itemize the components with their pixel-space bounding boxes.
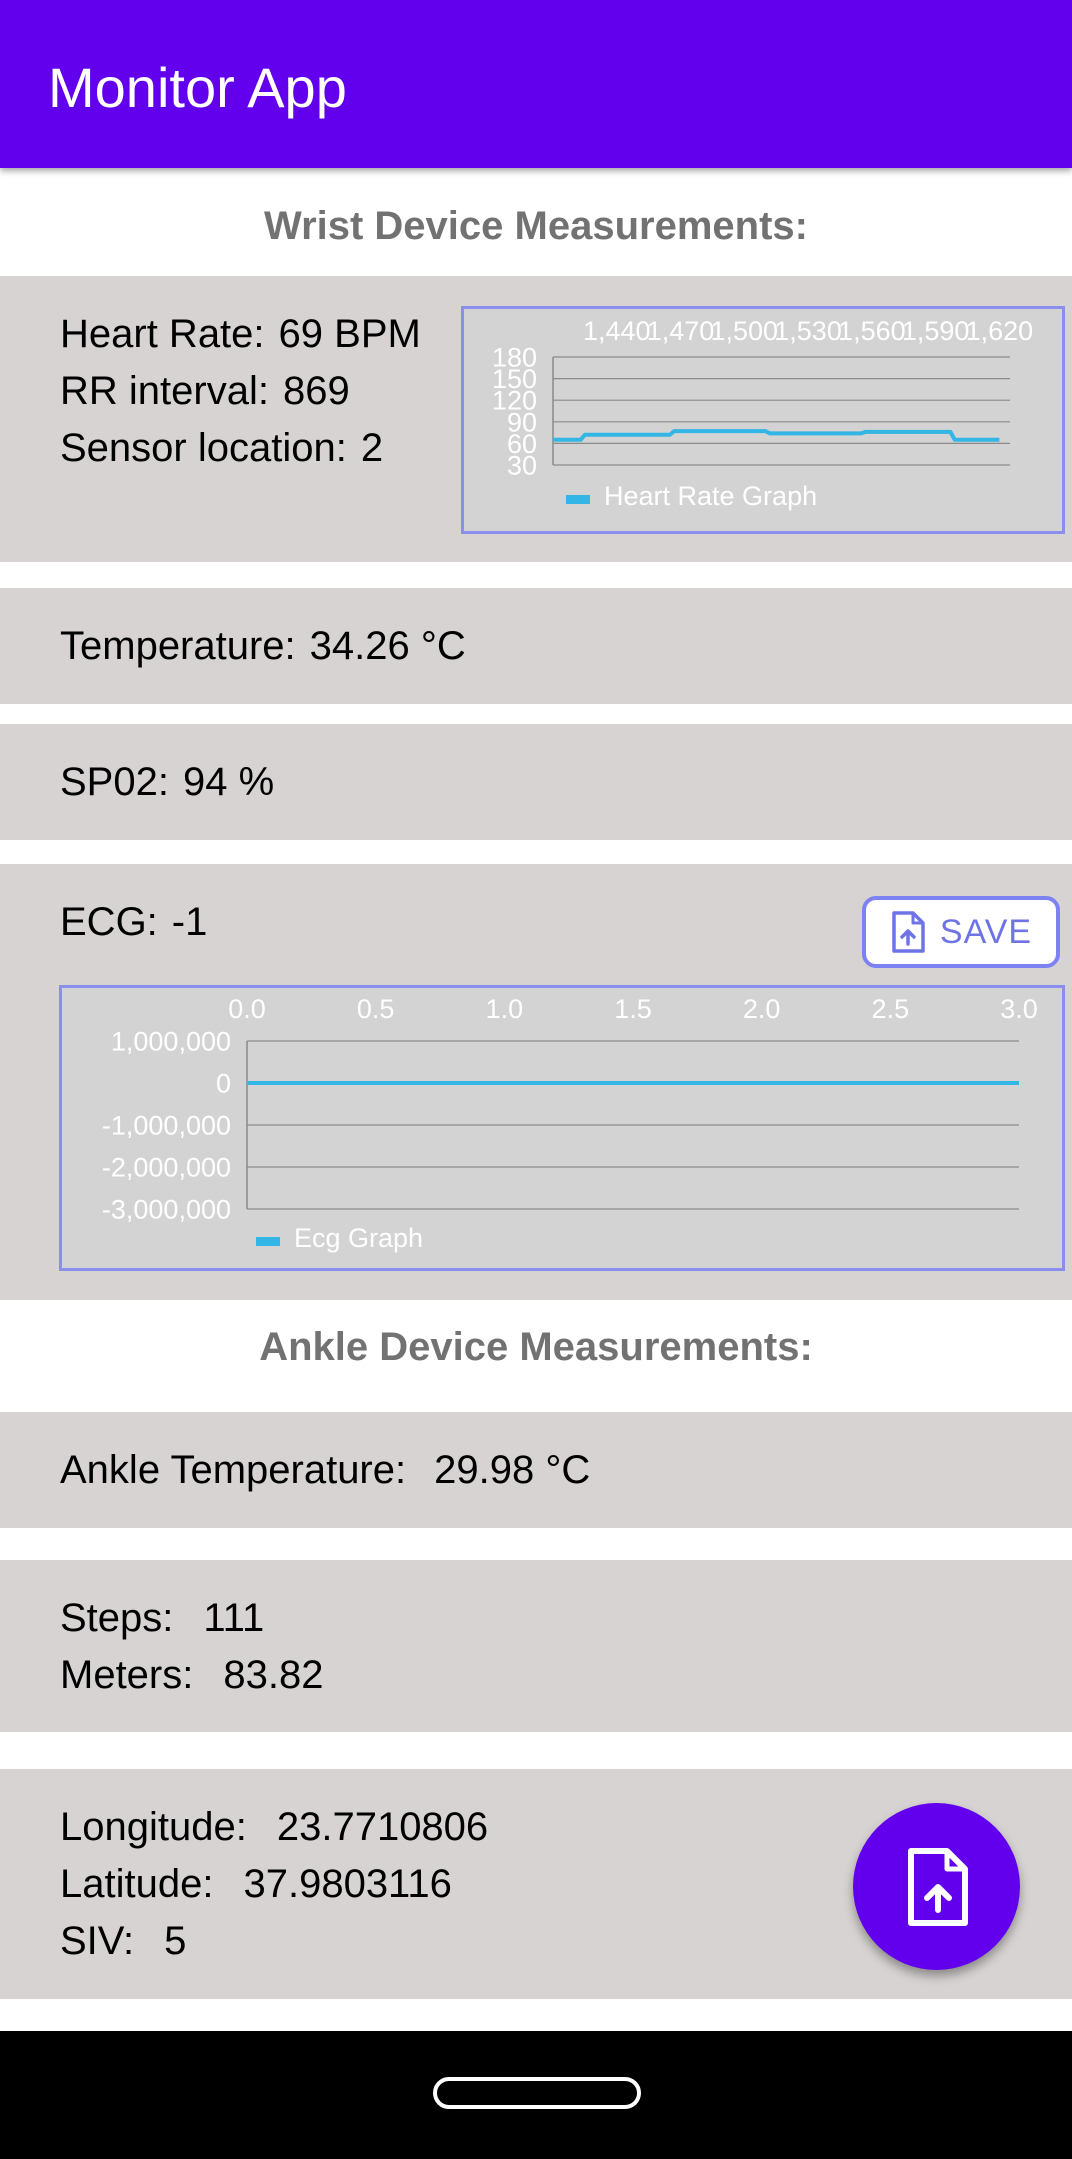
heart-rate-row: Heart Rate: 69 BPM — [60, 312, 421, 357]
meters-row: Meters: 83.82 — [60, 1653, 323, 1698]
app-bar: Monitor App — [0, 0, 1072, 168]
legend-label: Ecg Graph — [294, 1223, 423, 1253]
y-tick-label: -1,000,000 — [102, 1110, 231, 1140]
x-tick-label: 1.0 — [486, 994, 524, 1024]
temperature-value: 34.26 °C — [309, 624, 466, 668]
ankle-heading: Ankle Device Measurements: — [259, 1325, 813, 1369]
file-upload-icon — [892, 911, 925, 953]
x-tick-label: 3.0 — [1000, 994, 1038, 1024]
legend-swatch — [256, 1237, 280, 1246]
siv-value: 5 — [164, 1919, 187, 1963]
save-button[interactable]: SAVE — [862, 896, 1060, 968]
latitude-row: Latitude: 37.9803116 — [60, 1862, 452, 1907]
heart-rate-graph[interactable]: 180 150 120 90 60 30 1,440 1,470 1,500 1,530 1,560… — [461, 306, 1065, 534]
heart-rate-card: Heart Rate: 69 BPM RR interval: 869 Sensor… — [0, 276, 1072, 562]
y-tick-label: -3,000,000 — [102, 1194, 231, 1224]
x-tick-label: 1,590 — [902, 316, 970, 346]
x-tick-label: 1,560 — [838, 316, 906, 346]
rr-interval-value: 869 — [282, 369, 350, 413]
heart-rate-label: Heart Rate: — [60, 312, 265, 356]
x-tick-label: 1,470 — [647, 316, 715, 346]
legend-label: Heart Rate Graph — [604, 481, 817, 511]
x-tick-label: 1.5 — [614, 994, 652, 1024]
rr-interval-label: RR interval: — [60, 369, 269, 413]
x-tick-label: 0.5 — [357, 994, 395, 1024]
temperature-label: Temperature: — [60, 624, 296, 668]
export-fab[interactable] — [853, 1803, 1020, 1970]
x-tick-label: 2.0 — [743, 994, 781, 1024]
latitude-value: 37.9803116 — [243, 1862, 452, 1906]
spo2-value: 94 % — [182, 760, 275, 804]
ankle-temperature-row: Ankle Temperature: 29.98 °C — [60, 1448, 590, 1493]
heart-rate-chart: 1801501209060301,4401,4701,5001,5301,560… — [492, 316, 1034, 511]
heart-rate-value: 69 BPM — [278, 312, 421, 356]
temperature-row: Temperature: 34.26 °C — [60, 624, 466, 669]
x-tick-label: 1,440 — [583, 316, 651, 346]
ankle-temperature-label: Ankle Temperature: — [60, 1448, 407, 1492]
spo2-row: SP02: 94 % — [60, 760, 274, 805]
steps-label: Steps: — [60, 1596, 174, 1640]
sensor-location-label: Sensor location: — [60, 426, 347, 470]
ecg-row: ECG: -1 — [60, 900, 207, 945]
ecg-label: ECG: — [60, 900, 158, 944]
ankle-temperature-card: Ankle Temperature: 29.98 °C — [0, 1412, 1072, 1528]
y-tick-label: 30 — [507, 450, 537, 480]
temperature-card: Temperature: 34.26 °C — [0, 588, 1072, 704]
spo2-card: SP02: 94 % — [0, 724, 1072, 840]
legend-swatch — [566, 495, 590, 504]
series-line — [553, 429, 1000, 442]
x-tick-label: 1,620 — [966, 316, 1034, 346]
spo2-label: SP02: — [60, 760, 169, 804]
x-tick-label: 1,530 — [774, 316, 842, 346]
rr-interval-row: RR interval: 869 — [60, 369, 350, 414]
meters-value: 83.82 — [223, 1653, 324, 1697]
ankle-temperature-value: 29.98 °C — [434, 1448, 591, 1492]
meters-label: Meters: — [60, 1653, 194, 1697]
ecg-chart: 1,000,000 0 -1,000,000 -2,000,000 -3,000,000… — [102, 994, 1038, 1253]
file-upload-icon — [907, 1847, 968, 1926]
ecg-graph[interactable]: 1,000,000 0 -1,000,000 -2,000,000 -3,000,000… — [59, 985, 1065, 1271]
x-tick-label: 1,500 — [711, 316, 779, 346]
save-button-label: SAVE — [939, 912, 1033, 951]
sensor-location-row: Sensor location: 2 — [60, 426, 383, 471]
system-nav-bar — [0, 2031, 1072, 2159]
latitude-label: Latitude: — [60, 1862, 214, 1906]
y-tick-label: -2,000,000 — [102, 1152, 231, 1182]
app-title: Monitor App — [48, 56, 347, 119]
siv-label: SIV: — [60, 1919, 135, 1963]
steps-row: Steps: 111 — [60, 1596, 264, 1641]
y-tick-label: 0 — [216, 1068, 231, 1098]
longitude-row: Longitude: 23.7710806 — [60, 1805, 488, 1850]
ecg-value: -1 — [171, 900, 208, 944]
home-handle[interactable] — [433, 2077, 641, 2109]
sensor-location-value: 2 — [360, 426, 384, 470]
wrist-heading: Wrist Device Measurements: — [264, 204, 808, 248]
steps-value: 111 — [203, 1596, 265, 1640]
x-tick-label: 0.0 — [228, 994, 266, 1024]
x-tick-label: 2.5 — [872, 994, 910, 1024]
longitude-value: 23.7710806 — [276, 1805, 489, 1849]
siv-row: SIV: 5 — [60, 1919, 186, 1964]
y-tick-label: 1,000,000 — [111, 1026, 231, 1056]
longitude-label: Longitude: — [60, 1805, 247, 1849]
steps-card: Steps: 111 Meters: 83.82 — [0, 1560, 1072, 1732]
